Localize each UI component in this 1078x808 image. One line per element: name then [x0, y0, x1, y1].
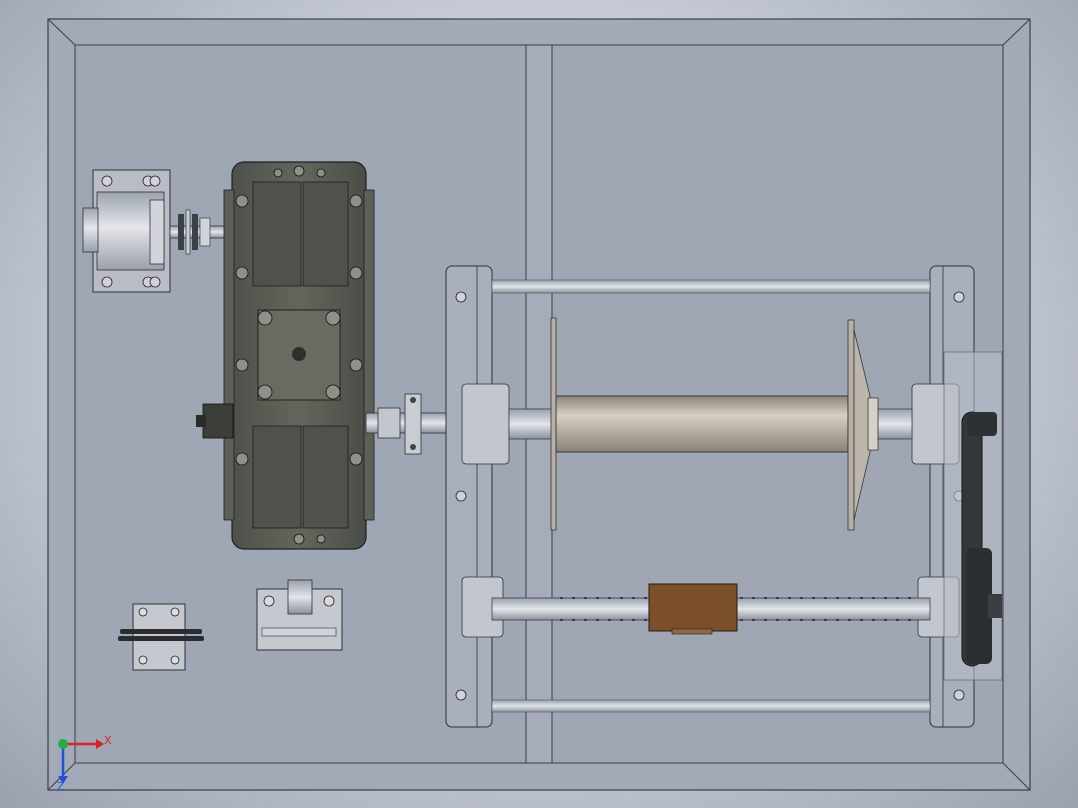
chain-drive[interactable]	[943, 351, 1003, 681]
axis-x-label: X	[104, 734, 112, 747]
traveling-nut-block[interactable]	[648, 583, 738, 635]
cad-viewport[interactable]: X Z	[0, 0, 1078, 808]
bearing-block[interactable]	[256, 579, 343, 651]
axis-z-label: Z	[57, 780, 65, 793]
top-guide-rod[interactable]	[491, 279, 931, 294]
center-cross-beam[interactable]	[525, 44, 553, 764]
motor-assembly[interactable]	[82, 169, 171, 293]
bottom-guide-rod[interactable]	[491, 699, 931, 713]
